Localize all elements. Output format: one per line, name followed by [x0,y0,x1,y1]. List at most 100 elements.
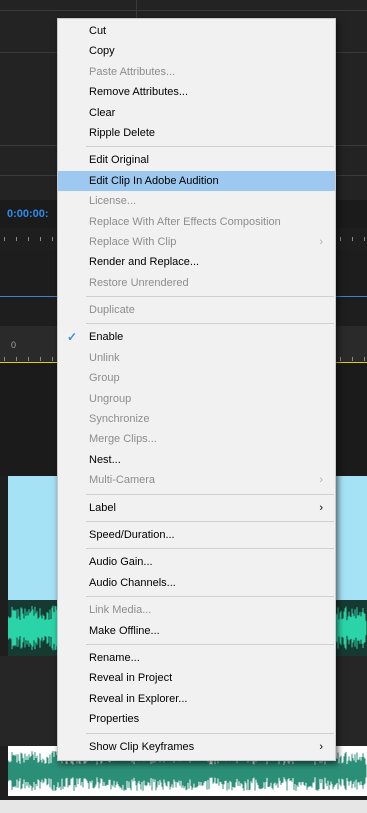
ruler-tick [28,237,29,241]
menu-item-label: Rename... [89,651,140,664]
menu-item-reveal-in-explorer[interactable]: Reveal in Explorer... [58,689,335,709]
menu-item-label: Ungroup [89,392,132,405]
menu-item-label: Render and Replace... [89,256,200,269]
ruler-tick [364,237,365,241]
menu-item-rename[interactable]: Rename... [58,648,335,668]
menu-item-label[interactable]: Label › [58,498,335,518]
menu-separator [86,493,334,495]
ruler-tick [364,357,365,361]
menu-item-group: Group [58,368,335,388]
menu-item-label: Show Clip Keyframes [89,740,195,753]
menu-item-edit-original[interactable]: Edit Original [58,150,335,170]
menu-item-clear[interactable]: Clear [58,103,335,123]
menu-item-label: Remove Attributes... [89,86,189,99]
menu-item-license: License... [58,191,335,211]
menu-item-label: Audio Gain... [89,556,153,569]
menu-item-show-clip-keyframes[interactable]: Show Clip Keyframes › [58,737,335,757]
menu-separator [86,596,334,598]
menu-item-properties[interactable]: Properties [58,709,335,729]
menu-item-remove-attributes[interactable]: Remove Attributes... [58,82,335,102]
menu-item-enable[interactable]: ✓ Enable [58,327,335,347]
ruler-tick [52,357,53,361]
menu-item-ungroup: Ungroup [58,389,335,409]
menu-separator [86,643,334,645]
submenu-arrow-icon: › [319,235,323,248]
menu-item-label: Enable [89,331,124,344]
menu-item-label: Paste Attributes... [89,65,176,78]
menu-item-label: Nest... [89,453,121,466]
menu-item-edit-clip-in-adobe-audition[interactable]: Edit Clip In Adobe Audition [58,170,335,192]
menu-item-paste-attributes: Paste Attributes... [58,62,335,82]
menu-item-reveal-in-project[interactable]: Reveal in Project [58,668,335,688]
menu-item-duplicate: Duplicate [58,300,335,320]
submenu-arrow-icon: › [319,474,323,487]
ruler-tick [28,357,29,361]
menu-separator [86,296,334,298]
ruler-tick [352,237,353,241]
ruler-tick [340,237,341,241]
menu-item-label: Group [89,372,120,385]
menu-item-label: Link Media... [89,604,152,617]
panel-divider [0,10,367,11]
menu-item-label: Audio Channels... [89,576,176,589]
ruler-tick [340,357,341,361]
ruler-zero-label: 0 [11,340,17,350]
submenu-arrow-icon: › [319,740,323,753]
menu-item-label: Cut [89,25,107,37]
menu-item-nest[interactable]: Nest... [58,450,335,470]
ruler-tick [16,357,17,361]
menu-item-audio-channels[interactable]: Audio Channels... [58,573,335,593]
menu-item-unlink: Unlink [58,348,335,368]
menu-separator [86,520,334,522]
menu-item-label: Merge Clips... [89,433,157,446]
menu-item-label: Clear [89,106,116,119]
menu-item-label: Multi-Camera [89,474,156,487]
ruler-tick [4,237,5,241]
menu-item-label: Replace With Clip [89,235,177,248]
menu-item-audio-gain[interactable]: Audio Gain... [58,552,335,572]
menu-item-label: Ripple Delete [89,126,156,139]
menu-item-multi-camera: Multi-Camera › [58,470,335,490]
ruler-tick [352,357,353,361]
menu-item-make-offline[interactable]: Make Offline... [58,621,335,641]
menu-item-synchronize: Synchronize [58,409,335,429]
menu-item-render-and-replace[interactable]: Render and Replace... [58,252,335,272]
menu-item-label: Replace With After Effects Composition [89,215,281,228]
ruler-tick [52,237,53,241]
menu-item-merge-clips: Merge Clips... [58,429,335,449]
menu-item-label: Synchronize [89,413,150,426]
menu-separator [86,732,334,734]
menu-item-label: Reveal in Project [89,672,173,685]
menu-item-link-media: Link Media... [58,600,335,620]
menu-item-label: Reveal in Explorer... [89,692,188,705]
ruler-tick [40,357,41,361]
menu-item-label: Properties [89,713,140,726]
submenu-arrow-icon: › [319,501,323,514]
menu-item-label: Edit Original [89,154,149,167]
menu-item-speed-duration[interactable]: Speed/Duration... [58,525,335,545]
menu-item-label: Edit Clip In Adobe Audition [89,174,219,187]
ruler-tick [40,237,41,241]
menu-item-replace-with-clip: Replace With Clip › [58,232,335,252]
ruler-tick [16,237,17,241]
menu-item-label: Duplicate [89,304,135,317]
menu-item-label: Speed/Duration... [89,528,175,541]
menu-item-copy[interactable]: Copy [58,41,335,61]
menu-item-replace-with-after-effects-composition: Replace With After Effects Composition [58,212,335,232]
timecode-display[interactable]: 0:00:00: [7,208,49,220]
menu-item-label: Restore Unrendered [89,276,189,289]
menu-item-label: License... [89,195,137,208]
menu-item-ripple-delete[interactable]: Ripple Delete [58,123,335,143]
checkmark-icon: ✓ [67,330,78,345]
menu-item-label: Copy [89,45,115,58]
menu-item-cut[interactable]: Cut [58,21,335,41]
ruler-tick [4,357,5,361]
clip-context-menu: Cut Copy Paste Attributes... Remove Attribu… [57,18,336,761]
menu-separator [86,548,334,550]
menu-separator [86,146,334,148]
menu-item-label: Unlink [89,351,120,364]
menu-item-label: Make Offline... [89,624,160,637]
menu-item-label: Label [89,501,116,514]
timeline-scrollbar[interactable] [0,800,367,813]
menu-item-restore-unrendered: Restore Unrendered [58,273,335,293]
